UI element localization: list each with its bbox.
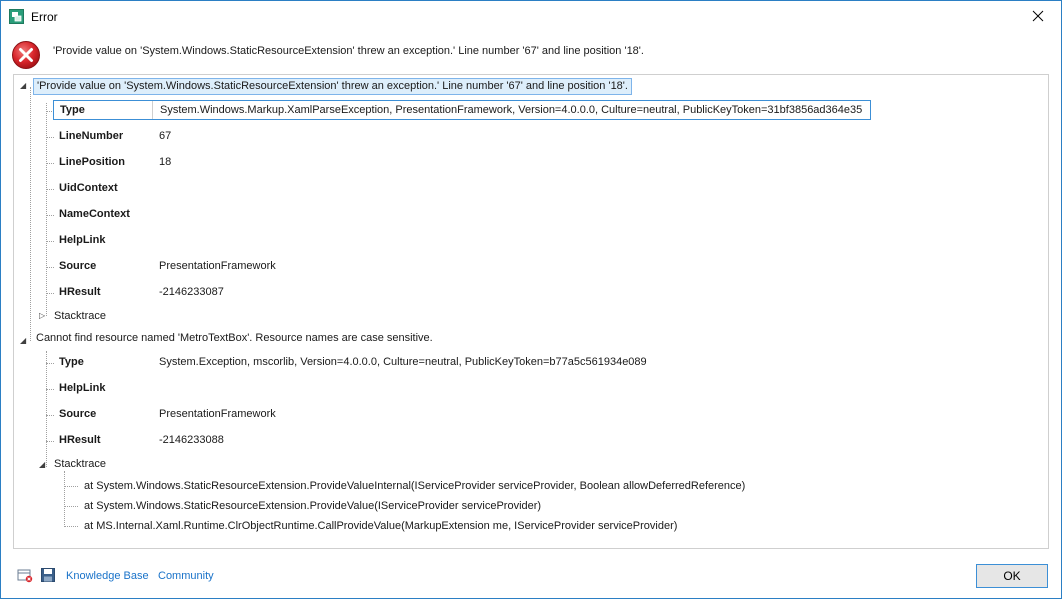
property-key: LinePosition: [59, 156, 125, 168]
window-title: Error: [31, 10, 58, 24]
property-key: Source: [59, 408, 97, 420]
error-icon: [12, 41, 40, 69]
close-button[interactable]: [1015, 1, 1061, 31]
property-key: LineNumber: [59, 130, 124, 142]
property-key: Type: [60, 104, 85, 116]
property-key: Type: [59, 356, 84, 368]
tree-connector: [64, 471, 65, 527]
property-key: NameContext: [59, 208, 130, 220]
property-row-source[interactable]: Source PresentationFramework: [53, 257, 871, 277]
stacktrace-label: Stacktrace: [54, 458, 106, 470]
save-icon[interactable]: [40, 567, 56, 583]
property-key: HelpLink: [59, 382, 106, 394]
exception-node[interactable]: 'Provide value on 'System.Windows.Static…: [33, 78, 632, 95]
ok-button[interactable]: OK: [976, 564, 1048, 588]
close-icon: [1032, 10, 1044, 22]
tree-connector: [64, 486, 78, 487]
tree-connector: [46, 351, 47, 467]
stacktrace-node[interactable]: Stacktrace: [54, 457, 106, 474]
stacktrace-node[interactable]: Stacktrace: [54, 309, 106, 326]
property-key: HResult: [59, 434, 101, 446]
error-dialog: Error 'Provide value on 'System.Windows.…: [0, 0, 1062, 599]
app-icon: [9, 9, 24, 24]
knowledge-base-link[interactable]: Knowledge Base: [66, 570, 149, 582]
property-row-type[interactable]: Type System.Exception, mscorlib, Version…: [53, 353, 871, 373]
stacktrace-line[interactable]: at System.Windows.StaticResourceExtensio…: [84, 500, 541, 512]
collapse-arrow-icon[interactable]: ◢: [20, 336, 26, 345]
property-value: 67: [159, 130, 172, 142]
collapse-arrow-icon[interactable]: ◢: [39, 460, 45, 469]
property-key: HelpLink: [59, 234, 106, 246]
property-row-hresult[interactable]: HResult -2146233088: [53, 431, 871, 451]
tree-connector: [64, 506, 78, 507]
property-key: UidContext: [59, 182, 118, 194]
property-value: System.Windows.Markup.XamlParseException…: [160, 104, 863, 116]
property-value: System.Exception, mscorlib, Version=4.0.…: [159, 356, 647, 368]
property-value: PresentationFramework: [159, 260, 276, 272]
property-value: -2146233087: [159, 286, 224, 298]
header-message-row: 'Provide value on 'System.Windows.Static…: [1, 33, 1061, 73]
property-row-linenumber[interactable]: LineNumber 67: [53, 127, 871, 147]
header-message: 'Provide value on 'System.Windows.Static…: [53, 45, 644, 57]
property-row-helplink[interactable]: HelpLink: [53, 231, 871, 251]
collapse-arrow-icon[interactable]: ◢: [20, 81, 26, 90]
title-bar[interactable]: Error: [1, 1, 1061, 32]
property-row-uidcontext[interactable]: UidContext: [53, 179, 871, 199]
tree-connector: [64, 526, 78, 527]
property-value: PresentationFramework: [159, 408, 276, 420]
exception-node-label: 'Provide value on 'System.Windows.Static…: [37, 80, 628, 92]
property-row-type[interactable]: Type System.Windows.Markup.XamlParseExce…: [53, 100, 871, 120]
property-row-source[interactable]: Source PresentationFramework: [53, 405, 871, 425]
stacktrace-line[interactable]: at System.Windows.StaticResourceExtensio…: [84, 480, 745, 492]
tree-connector: [46, 103, 47, 316]
property-row-namecontext[interactable]: NameContext: [53, 205, 871, 225]
column-divider: [152, 101, 153, 119]
property-key: Source: [59, 260, 97, 272]
property-row-lineposition[interactable]: LinePosition 18: [53, 153, 871, 173]
expand-arrow-icon[interactable]: ▷: [39, 311, 45, 320]
tree-connector: [30, 87, 31, 341]
property-row-helplink[interactable]: HelpLink: [53, 379, 871, 399]
property-row-hresult[interactable]: HResult -2146233087: [53, 283, 871, 303]
property-value: 18: [159, 156, 172, 168]
stacktrace-line[interactable]: at MS.Internal.Xaml.Runtime.ClrObjectRun…: [84, 520, 677, 532]
exception-node-label: Cannot find resource named 'MetroTextBox…: [36, 332, 433, 344]
property-value: -2146233088: [159, 434, 224, 446]
clear-log-icon[interactable]: [17, 567, 33, 583]
exception-node[interactable]: Cannot find resource named 'MetroTextBox…: [36, 331, 433, 348]
exception-tree[interactable]: ◢ 'Provide value on 'System.Windows.Stat…: [13, 74, 1049, 549]
property-key: HResult: [59, 286, 101, 298]
stacktrace-label: Stacktrace: [54, 310, 106, 322]
community-link[interactable]: Community: [158, 570, 214, 582]
